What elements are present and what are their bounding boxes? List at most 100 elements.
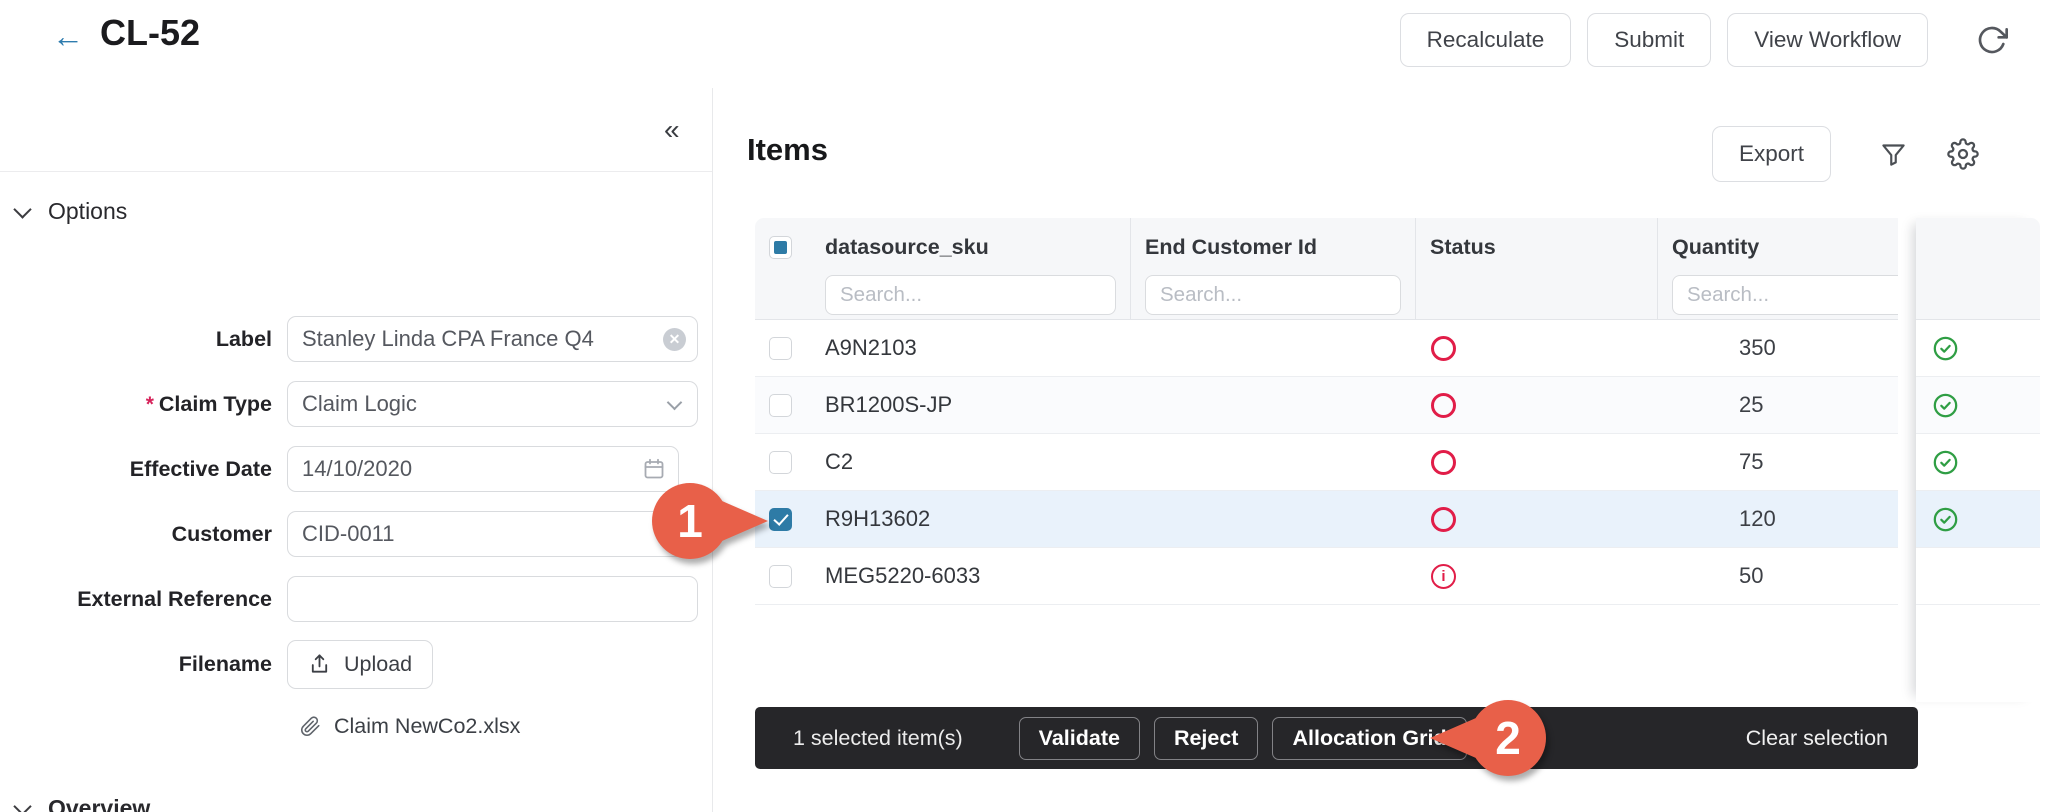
- form-row-customer: Customer CID-0011: [0, 511, 698, 557]
- gear-icon[interactable]: [1947, 138, 1979, 170]
- row-checkbox[interactable]: [769, 393, 792, 417]
- row-checkbox[interactable]: [769, 450, 792, 474]
- sku-search-input[interactable]: [825, 275, 1116, 315]
- row-checkbox[interactable]: [769, 336, 792, 360]
- row-quantity: 350: [1739, 335, 1776, 360]
- check-circle-icon: [1933, 393, 1958, 417]
- submit-button[interactable]: Submit: [1587, 13, 1712, 67]
- row-status-icon: [1431, 392, 1456, 418]
- check-circle-icon: [1933, 507, 1958, 531]
- annotation-pointer: [1430, 718, 1476, 758]
- row-sku: A9N2103: [825, 335, 917, 360]
- customer-select[interactable]: CID-0011: [287, 511, 698, 557]
- overview-section-header[interactable]: Overview: [13, 795, 151, 812]
- row-status-icon: [1431, 335, 1456, 361]
- pinned-cell: [1916, 548, 2040, 605]
- required-asterisk: *: [145, 392, 154, 416]
- attachment-row[interactable]: Claim NewCo2.xlsx: [300, 714, 698, 739]
- annotation-step-2: 2: [1430, 700, 1546, 776]
- panel-divider: [712, 88, 713, 812]
- select-all-checkbox[interactable]: [769, 236, 792, 259]
- back-arrow-icon[interactable]: ←: [52, 18, 84, 55]
- options-section-title: Options: [48, 198, 128, 224]
- row-checkbox[interactable]: [769, 507, 792, 531]
- paperclip-icon: [300, 716, 320, 737]
- row-sku: MEG5220-6033: [825, 563, 981, 588]
- end-customer-search-input[interactable]: [1145, 275, 1401, 315]
- external-reference-input[interactable]: [288, 577, 697, 621]
- form-row-filename: Filename Upload: [0, 639, 698, 689]
- row-status-icon: i: [1431, 563, 1456, 589]
- options-form: Label ✕ *Claim Type Claim Logic Effectiv…: [0, 316, 698, 739]
- effective-date-field[interactable]: [287, 446, 679, 492]
- row-quantity: 25: [1739, 392, 1764, 417]
- field-label: Filename: [178, 651, 272, 676]
- column-end-customer-id[interactable]: End Customer Id: [1130, 218, 1415, 319]
- pinned-validation-column: [1916, 218, 2040, 702]
- field-label: * Claim Type: [145, 391, 272, 416]
- check-circle-icon: [1933, 450, 1958, 474]
- field-label: External Reference: [77, 586, 272, 611]
- claim-type-value: Claim Logic: [302, 391, 417, 416]
- row-quantity: 50: [1739, 563, 1764, 588]
- row-sku: BR1200S-JP: [825, 392, 953, 417]
- row-checkbox[interactable]: [769, 564, 792, 588]
- table-header: datasource_sku End Customer Id Status Qu…: [755, 218, 1905, 320]
- row-status-icon: [1431, 506, 1456, 532]
- reject-button[interactable]: Reject: [1153, 716, 1259, 760]
- label-input[interactable]: [288, 317, 697, 361]
- table-row[interactable]: A9N2103 350: [755, 320, 1905, 377]
- row-sku: C2: [825, 449, 854, 474]
- form-row-claim-type: * Claim Type Claim Logic: [0, 381, 698, 427]
- field-label: Label: [215, 326, 272, 351]
- clear-selection-button[interactable]: Clear selection: [1746, 726, 1888, 751]
- row-quantity: 120: [1739, 506, 1776, 531]
- form-row-effective-date: Effective Date: [0, 446, 698, 492]
- table-row[interactable]: C2 75: [755, 434, 1905, 491]
- clear-icon[interactable]: ✕: [663, 327, 686, 351]
- chevron-down-icon: [13, 199, 32, 219]
- column-header-label: datasource_sku: [825, 235, 989, 259]
- header-checkbox-column: [755, 218, 811, 319]
- effective-date-input[interactable]: [288, 447, 678, 491]
- header-actions: Recalculate Submit View Workflow: [1399, 13, 1928, 67]
- column-datasource-sku[interactable]: datasource_sku: [811, 218, 1130, 319]
- scrollbar-track[interactable]: [1898, 218, 1916, 702]
- table-row[interactable]: R9H13602 120: [755, 491, 1905, 548]
- row-sku: R9H13602: [825, 506, 931, 531]
- column-quantity[interactable]: Quantity: [1657, 218, 1905, 319]
- label-field[interactable]: ✕: [287, 316, 698, 362]
- table-row[interactable]: MEG5220-6033 i 50: [755, 548, 1905, 605]
- column-status[interactable]: Status: [1415, 218, 1657, 319]
- validate-button[interactable]: Validate: [1018, 716, 1140, 760]
- items-title: Items: [747, 132, 828, 167]
- table-row[interactable]: BR1200S-JP 25: [755, 377, 1905, 434]
- quantity-search-input[interactable]: [1672, 275, 1905, 315]
- selected-count-text: 1 selected item(s): [793, 725, 963, 750]
- export-button[interactable]: Export: [1712, 126, 1832, 182]
- collapse-panel-icon[interactable]: «: [664, 114, 680, 146]
- page-title: CL-52: [100, 12, 201, 53]
- overview-section-title: Overview: [48, 795, 151, 812]
- external-reference-field[interactable]: [287, 576, 698, 622]
- customer-value: CID-0011: [302, 521, 395, 546]
- view-workflow-button[interactable]: View Workflow: [1727, 13, 1928, 67]
- refresh-icon[interactable]: [1976, 24, 2008, 56]
- filter-icon[interactable]: [1880, 141, 1907, 168]
- column-header-label: End Customer Id: [1145, 235, 1318, 259]
- column-header-label: Status: [1430, 235, 1496, 259]
- upload-button[interactable]: Upload: [287, 639, 434, 689]
- attachment-filename[interactable]: Claim NewCo2.xlsx: [334, 714, 520, 739]
- options-section-header[interactable]: Options: [13, 198, 128, 225]
- pinned-cell: [1916, 377, 2040, 434]
- calendar-icon[interactable]: [642, 457, 666, 481]
- form-row-label: Label ✕: [0, 316, 698, 362]
- chevron-down-icon: [666, 394, 683, 410]
- items-table: datasource_sku End Customer Id Status Qu…: [755, 218, 1905, 605]
- row-status-icon: [1431, 449, 1456, 475]
- annotation-number: 2: [1470, 700, 1546, 776]
- annotation-number: 1: [652, 483, 728, 559]
- claim-type-select[interactable]: Claim Logic: [287, 381, 698, 427]
- recalculate-button[interactable]: Recalculate: [1399, 13, 1572, 67]
- upload-button-label: Upload: [344, 651, 413, 676]
